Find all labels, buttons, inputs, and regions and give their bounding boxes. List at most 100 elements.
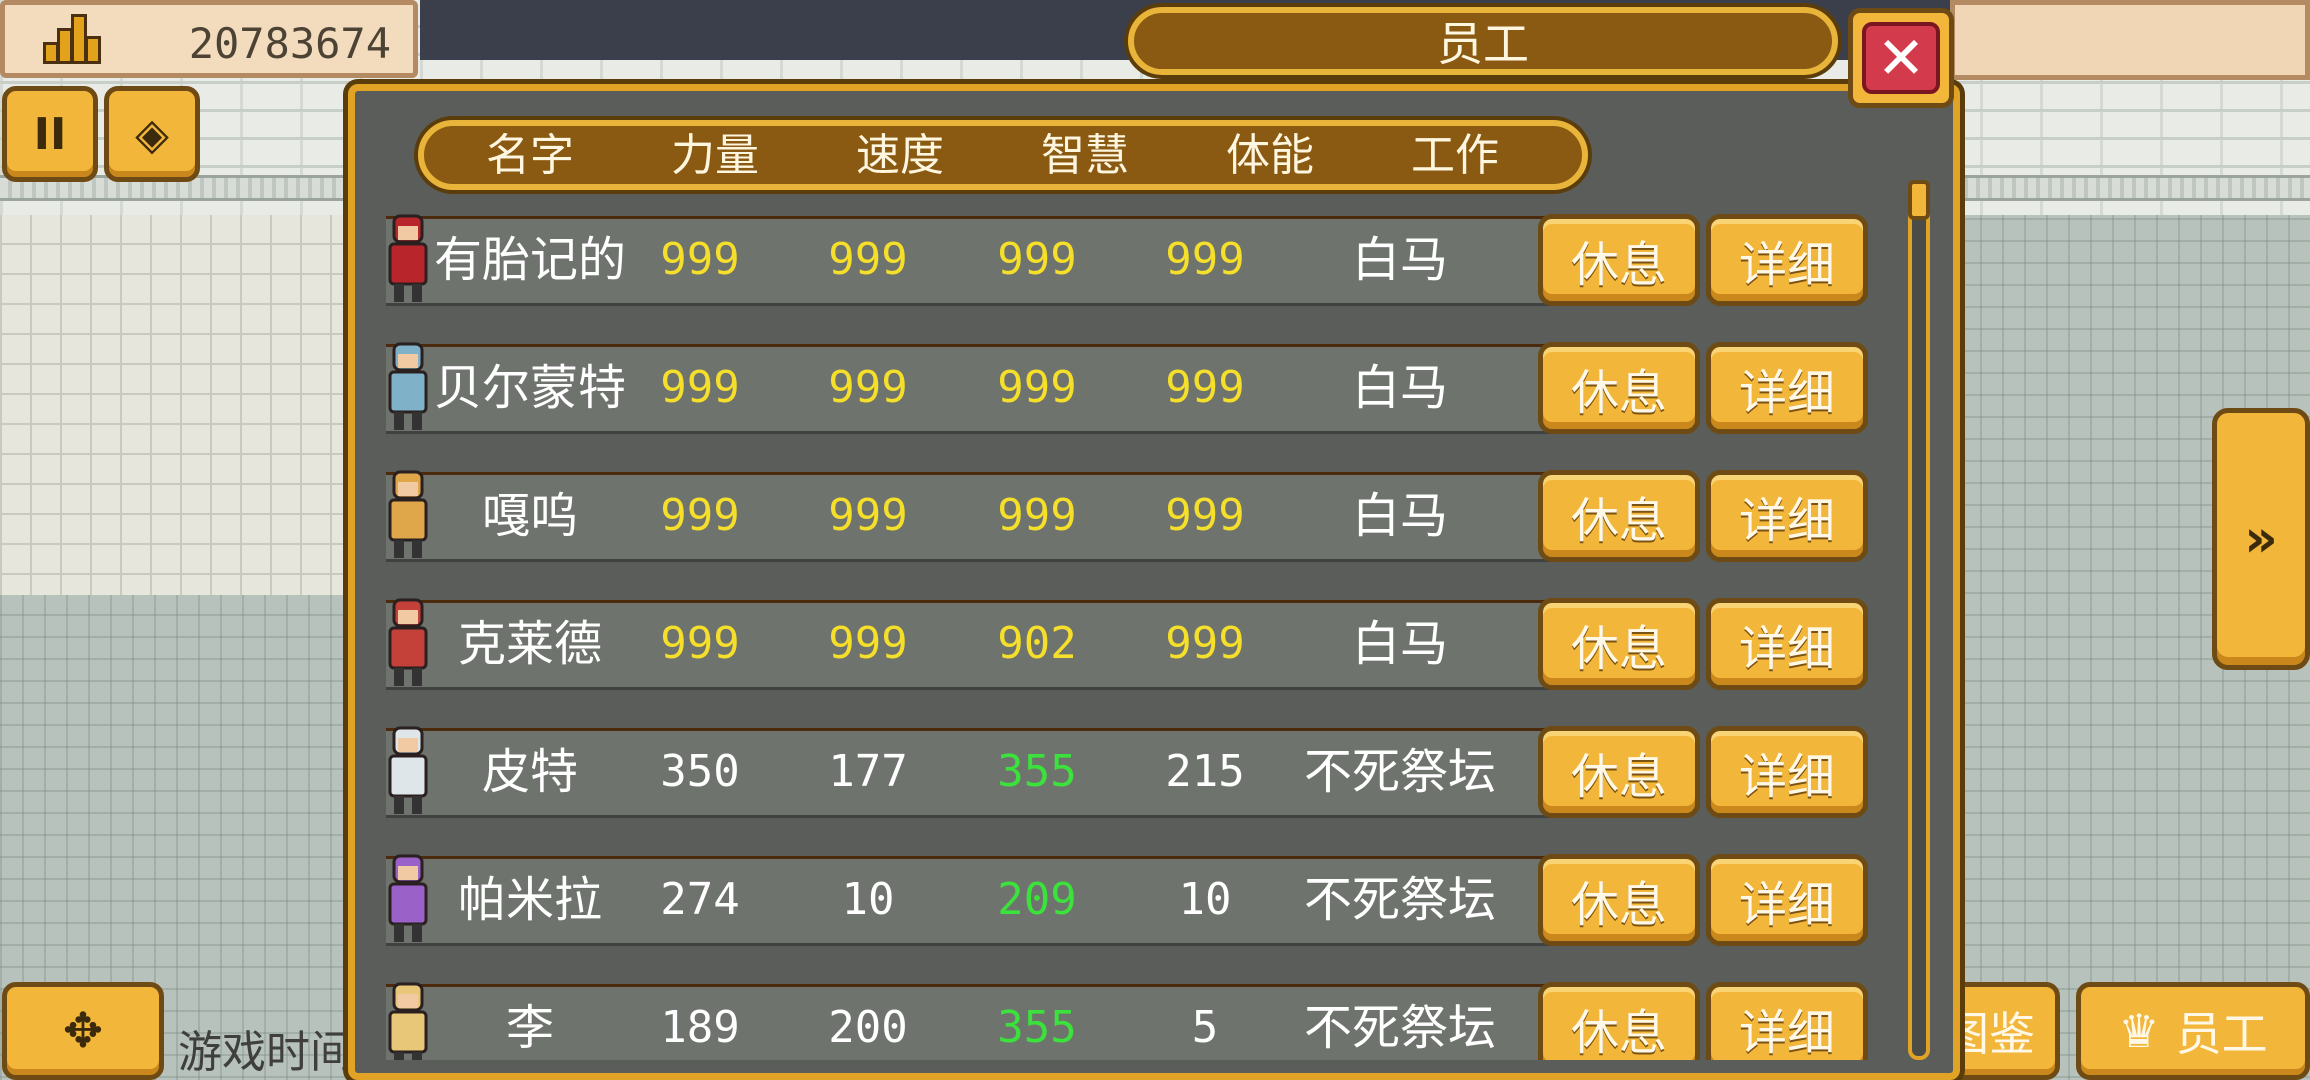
detail-button[interactable]: 详细 xyxy=(1706,726,1868,818)
scrollbar-thumb[interactable] xyxy=(1908,180,1930,220)
map-button[interactable]: ✥ xyxy=(2,982,164,1080)
stamina-value: 5 xyxy=(1191,1002,1219,1053)
detail-button[interactable]: 详细 xyxy=(1706,598,1868,690)
job-value: 白马 xyxy=(1351,488,1448,544)
employee-row: 嘎呜 999 999 999 999 白马 休息 详细 xyxy=(380,466,1900,564)
employee-avatar-icon xyxy=(388,854,428,942)
rest-button[interactable]: 休息 xyxy=(1538,214,1700,306)
wisdom-value: 999 xyxy=(997,490,1077,541)
detail-button-label: 详细 xyxy=(1738,621,1835,677)
employee-avatar-icon xyxy=(388,982,428,1060)
speed-value: 10 xyxy=(841,874,895,925)
tiled-floor xyxy=(0,215,360,595)
rest-button-label: 休息 xyxy=(1570,237,1667,293)
rest-button[interactable]: 休息 xyxy=(1538,982,1700,1060)
wisdom-value: 902 xyxy=(997,618,1077,669)
rest-button[interactable]: 休息 xyxy=(1538,598,1700,690)
employee-name: 李 xyxy=(505,1000,554,1056)
detail-button[interactable]: 详细 xyxy=(1706,470,1868,562)
rest-button-label: 休息 xyxy=(1570,621,1667,677)
detail-button-label: 详细 xyxy=(1738,365,1835,421)
dpad-icon: ✥ xyxy=(62,1003,104,1059)
employee-avatar-icon xyxy=(388,470,428,558)
rest-button[interactable]: 休息 xyxy=(1538,726,1700,818)
speed-value: 999 xyxy=(828,490,908,541)
employee-name: 嘎呜 xyxy=(481,488,578,544)
money-bar: 20783674 xyxy=(0,0,418,78)
crown-icon: ♛ xyxy=(2118,1004,2160,1058)
expand-arrow-button[interactable]: » xyxy=(2212,408,2310,670)
rest-button-label: 休息 xyxy=(1570,749,1667,805)
pause-icon: II xyxy=(33,108,67,160)
column-header-speed: 速度 xyxy=(856,130,944,181)
stamina-value: 999 xyxy=(1165,618,1245,669)
rest-button-label: 休息 xyxy=(1570,493,1667,549)
gem-icon: ◈ xyxy=(135,108,169,160)
job-value: 白马 xyxy=(1351,360,1448,416)
list-scrollbar[interactable] xyxy=(1908,180,1930,1060)
gem-button[interactable]: ◈ xyxy=(104,86,200,182)
speed-value: 999 xyxy=(828,234,908,285)
job-value: 不死祭坛 xyxy=(1303,872,1496,928)
employee-name: 贝尔蒙特 xyxy=(433,360,626,416)
detail-button[interactable]: 详细 xyxy=(1706,342,1868,434)
double-chevron-right-icon: » xyxy=(2244,509,2278,569)
employee-name: 有胎记的 xyxy=(433,232,626,288)
rest-button[interactable]: 休息 xyxy=(1538,470,1700,562)
detail-button-label: 详细 xyxy=(1738,237,1835,293)
rest-button-label: 休息 xyxy=(1570,1005,1667,1060)
detail-button-label: 详细 xyxy=(1738,749,1835,805)
close-button[interactable]: ✕ xyxy=(1848,8,1954,108)
rest-button[interactable]: 休息 xyxy=(1538,854,1700,946)
wisdom-value: 355 xyxy=(997,746,1077,797)
employee-row: 有胎记的 999 999 999 999 白马 休息 详细 xyxy=(380,210,1900,308)
column-header-stamina: 体能 xyxy=(1226,130,1314,181)
employee-avatar-icon xyxy=(388,598,428,686)
wisdom-value: 209 xyxy=(997,874,1077,925)
game-time-label: 游戏时间 xyxy=(178,1027,348,1078)
pause-button[interactable]: II xyxy=(2,86,98,182)
speed-value: 999 xyxy=(828,618,908,669)
money-value: 20783674 xyxy=(188,19,391,68)
wisdom-value: 355 xyxy=(997,1002,1077,1053)
staff-button[interactable]: ♛ 员工 xyxy=(2076,982,2310,1080)
employee-avatar-icon xyxy=(388,342,428,430)
employee-row: 贝尔蒙特 999 999 999 999 白马 休息 详细 xyxy=(380,338,1900,436)
employee-name: 帕米拉 xyxy=(457,872,602,928)
strength-value: 999 xyxy=(660,618,740,669)
staff-button-label: 员工 xyxy=(2175,1007,2268,1061)
stamina-value: 999 xyxy=(1165,234,1245,285)
employee-row: 克莱德 999 999 902 999 白马 休息 详细 xyxy=(380,594,1900,692)
employee-list: 有胎记的 999 999 999 999 白马 休息 详细 贝尔蒙特 999 9… xyxy=(380,210,1900,1060)
column-header-job: 工作 xyxy=(1411,130,1499,181)
rest-button-label: 休息 xyxy=(1570,365,1667,421)
strength-value: 189 xyxy=(660,1002,740,1053)
employee-avatar-icon xyxy=(388,214,428,302)
coin-stack-icon xyxy=(43,14,103,64)
close-icon: ✕ xyxy=(1862,22,1940,94)
column-header-name: 名字 xyxy=(486,130,574,181)
rest-button[interactable]: 休息 xyxy=(1538,342,1700,434)
detail-button[interactable]: 详细 xyxy=(1706,854,1868,946)
employee-avatar-icon xyxy=(388,726,428,814)
column-header-wisdom: 智慧 xyxy=(1041,130,1129,181)
employee-row: 皮特 350 177 355 215 不死祭坛 休息 详细 xyxy=(380,722,1900,820)
employee-name: 克莱德 xyxy=(457,616,602,672)
strength-value: 999 xyxy=(660,362,740,413)
speed-value: 999 xyxy=(828,362,908,413)
job-value: 白马 xyxy=(1351,232,1448,288)
speed-value: 200 xyxy=(828,1002,908,1053)
detail-button[interactable]: 详细 xyxy=(1706,214,1868,306)
wisdom-value: 999 xyxy=(997,362,1077,413)
rest-button-label: 休息 xyxy=(1570,877,1667,933)
panel-title: 员工 xyxy=(1128,7,1838,75)
wisdom-value: 999 xyxy=(997,234,1077,285)
detail-button-label: 详细 xyxy=(1738,493,1835,549)
employee-row: 帕米拉 274 10 209 10 不死祭坛 休息 详细 xyxy=(380,850,1900,948)
job-value: 不死祭坛 xyxy=(1303,744,1496,800)
detail-button[interactable]: 详细 xyxy=(1706,982,1868,1060)
strength-value: 274 xyxy=(660,874,740,925)
employee-row: 李 189 200 355 5 不死祭坛 休息 详细 xyxy=(380,978,1900,1060)
detail-button-label: 详细 xyxy=(1738,1005,1835,1060)
strength-value: 999 xyxy=(660,234,740,285)
